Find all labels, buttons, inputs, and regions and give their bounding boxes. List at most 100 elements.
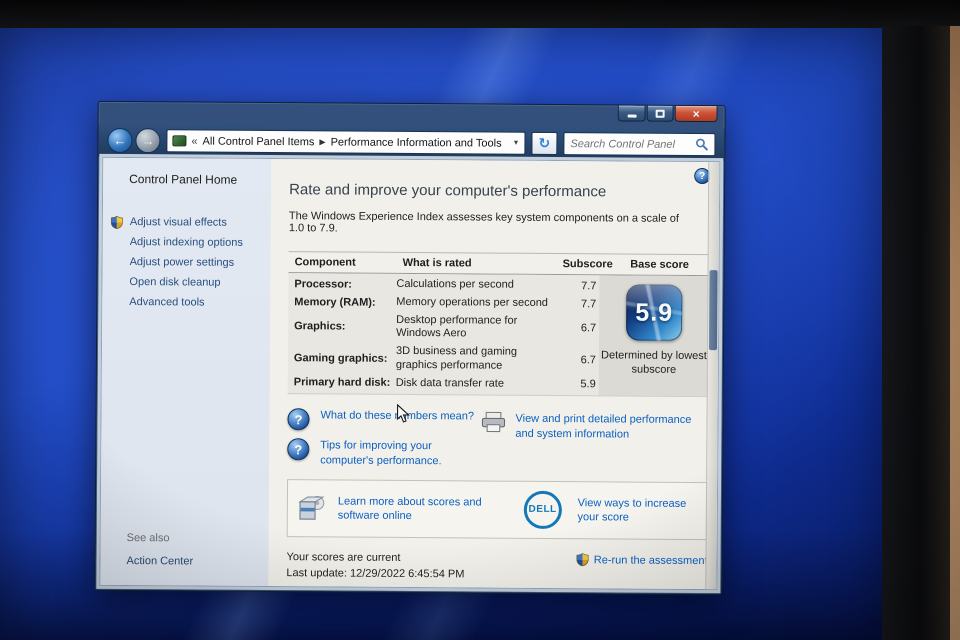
help-icon: ? <box>699 170 706 182</box>
performance-information-window: × ← → « All Control Panel Items ▶ Perfor… <box>94 100 726 596</box>
address-bar[interactable]: « All Control Panel Items ▶ Performance … <box>166 129 526 155</box>
breadcrumb-all-control-panel-items[interactable]: All Control Panel Items <box>203 135 315 148</box>
rated-description: Disk data transfer rate <box>395 376 505 390</box>
table-body: Processor: Calculations per second 7.7 M… <box>287 273 710 398</box>
rated-description: Desktop performance for Windows Aero <box>396 313 518 340</box>
subscore-value: 7.7 <box>580 297 597 310</box>
monitor-photo: × ← → « All Control Panel Items ▶ Perfor… <box>0 0 960 640</box>
sidebar-item-adjust-visual-effects[interactable]: Adjust visual effects <box>103 212 271 233</box>
title-bar[interactable]: × <box>99 102 725 128</box>
increase-score-link[interactable]: View ways to increase your score <box>578 496 697 525</box>
table-row: Gaming graphics: 3D business and gaming … <box>294 342 599 376</box>
help-circle-icon: ? <box>287 408 310 431</box>
monitor-bezel-top <box>0 0 960 28</box>
software-box-icon <box>298 496 325 521</box>
back-icon: ← <box>113 132 127 149</box>
question-mark: ? <box>294 441 303 458</box>
table-row: Processor: Calculations per second 7.7 <box>294 275 599 295</box>
rated-description: 3D business and gaming graphics performa… <box>395 344 518 372</box>
uac-shield-icon <box>577 553 589 566</box>
uac-shield-icon <box>111 216 123 229</box>
score-status: Your scores are current Last update: 12/… <box>286 550 464 583</box>
sidebar-item-label: Adjust visual effects <box>129 216 227 229</box>
sidebar-item-label: Advanced tools <box>129 296 205 309</box>
score-rows: Processor: Calculations per second 7.7 M… <box>288 273 600 395</box>
back-button[interactable]: ← <box>107 127 133 154</box>
dell-logo-text: DELL <box>528 504 557 516</box>
breadcrumb-performance-information[interactable]: Performance Information and Tools <box>331 136 502 149</box>
numbers-mean-item: ? What do these numbers mean? <box>287 408 480 431</box>
table-row: Graphics: Desktop performance for Window… <box>294 311 599 345</box>
printer-icon <box>481 412 506 433</box>
search-box <box>563 132 716 157</box>
page-title: Rate and improve your computer's perform… <box>289 181 607 201</box>
sidebar-footer: See also Action Center <box>126 532 193 567</box>
sidebar-item-adjust-power-settings[interactable]: Adjust power settings <box>103 252 271 273</box>
base-score-caption: Determined by lowest subscore <box>601 349 707 377</box>
component-name: Graphics: <box>294 320 346 333</box>
see-also-heading: See also <box>126 532 170 545</box>
quick-links-left: ? What do these numbers mean? ? Tips for… <box>287 408 480 476</box>
scores-current-text: Your scores are current <box>286 550 401 564</box>
forward-button[interactable]: → <box>135 128 161 154</box>
caption-buttons: × <box>617 105 718 123</box>
component-name: Gaming graphics: <box>293 351 388 365</box>
table-row: Primary hard disk: Disk data transfer ra… <box>294 374 599 394</box>
sidebar-item-adjust-indexing-options[interactable]: Adjust indexing options <box>103 232 271 253</box>
status-row: Your scores are current Last update: 12/… <box>286 550 707 585</box>
wei-score-table: Component What is rated Subscore Base sc… <box>287 251 710 398</box>
subscore-value: 7.7 <box>581 280 597 293</box>
column-header-what-is-rated: What is rated <box>402 256 472 270</box>
sidebar-item-label: Adjust power settings <box>129 256 235 269</box>
sidebar-task-list: Adjust visual effects Adjust indexing op… <box>102 212 271 313</box>
quick-links-right: View and print detailed performance and … <box>480 410 700 478</box>
component-name: Primary hard disk: <box>293 376 391 390</box>
scrollbar-thumb[interactable] <box>708 270 718 351</box>
breadcrumb-collapse-icon[interactable]: « <box>191 135 197 147</box>
column-header-base-score: Base score <box>630 258 689 271</box>
vertical-scrollbar[interactable] <box>705 162 720 590</box>
mouse-cursor <box>396 403 410 423</box>
sidebar-item-action-center[interactable]: Action Center <box>126 555 193 567</box>
table-header-row: Component What is rated Subscore Base sc… <box>288 251 710 277</box>
forward-icon: → <box>141 133 155 149</box>
sidebar-item-advanced-tools[interactable]: Advanced tools <box>102 292 270 313</box>
learn-more-link[interactable]: Learn more about scores and software onl… <box>338 494 522 524</box>
tips-item: ? Tips for improving your computer's per… <box>287 438 480 468</box>
subscore-value: 5.9 <box>580 378 596 391</box>
component-name: Memory (RAM): <box>294 295 376 309</box>
background-wall <box>950 26 960 640</box>
last-update-text: Last update: 12/29/2022 6:45:54 PM <box>286 566 465 581</box>
intro-text: The Windows Experience Index assesses ke… <box>288 210 680 235</box>
tips-link[interactable]: Tips for improving your computer's perfo… <box>320 439 480 469</box>
rerun-assessment-link[interactable]: Re-run the assessment <box>594 553 708 568</box>
quick-links: ? What do these numbers mean? ? Tips for… <box>287 408 693 477</box>
sidebar-item-control-panel-home[interactable]: Control Panel Home <box>129 172 271 187</box>
breadcrumb-separator-icon: ▶ <box>319 137 326 147</box>
sidebar: Control Panel Home Adjust visual effects… <box>100 157 272 587</box>
view-print-link[interactable]: View and print detailed performance and … <box>515 412 700 442</box>
rerun-assessment[interactable]: Re-run the assessment <box>577 552 708 585</box>
subscore-value: 6.7 <box>580 322 597 335</box>
search-icon[interactable] <box>695 138 709 151</box>
search-input[interactable] <box>570 137 696 151</box>
base-score-cell: 5.9 Determined by lowest subscore <box>598 275 710 397</box>
component-name: Processor: <box>294 278 352 291</box>
sidebar-item-label: Open disk cleanup <box>129 276 221 289</box>
question-mark: ? <box>294 411 303 428</box>
base-score-badge: 5.9 <box>626 284 683 341</box>
sidebar-item-open-disk-cleanup[interactable]: Open disk cleanup <box>102 272 270 293</box>
refresh-button[interactable]: ↻ <box>531 131 558 156</box>
refresh-icon: ↻ <box>538 134 551 151</box>
oem-info-box: Learn more about scores and software onl… <box>286 478 709 540</box>
minimize-icon <box>627 114 637 118</box>
monitor-bezel-right <box>882 26 952 640</box>
address-dropdown-icon[interactable]: ▼ <box>512 140 519 147</box>
maximize-icon <box>655 109 665 118</box>
minimize-button[interactable] <box>617 105 646 122</box>
sidebar-item-label: Adjust indexing options <box>129 236 243 249</box>
maximize-button[interactable] <box>646 105 674 122</box>
close-button[interactable]: × <box>674 105 718 123</box>
desktop-wallpaper: × ← → « All Control Panel Items ▶ Perfor… <box>0 28 884 640</box>
rated-description: Memory operations per second <box>396 295 549 309</box>
